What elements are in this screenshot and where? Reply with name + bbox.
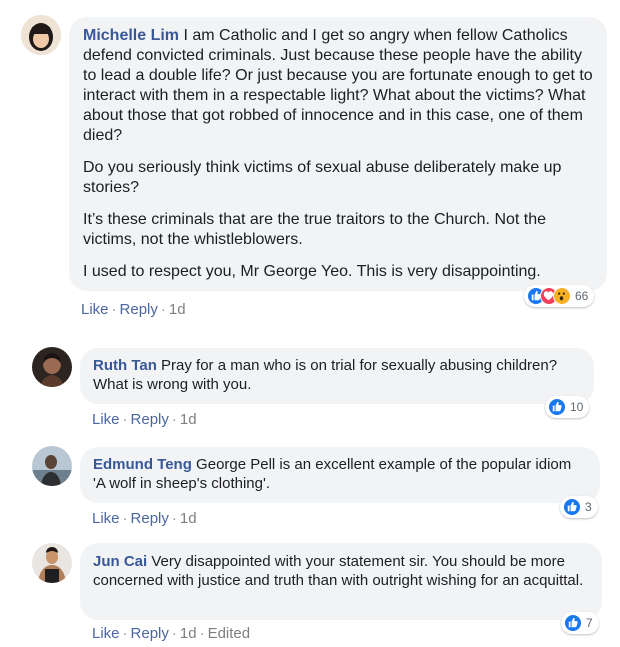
- comment-bubble: Edmund Teng George Pell is an excellent …: [80, 447, 600, 503]
- comment-author[interactable]: Ruth Tan: [93, 357, 157, 374]
- edited-label[interactable]: Edited: [208, 625, 251, 642]
- reaction-summary[interactable]: 10: [545, 396, 590, 418]
- comment-body: Michelle Lim I am Catholic and I get so …: [83, 26, 593, 146]
- comment-text: I am Catholic and I get so angry when fe…: [83, 27, 593, 144]
- comment-actions: Like · Reply · 1d: [81, 301, 186, 318]
- separator: ·: [199, 625, 205, 642]
- reply-button[interactable]: Reply: [131, 625, 169, 642]
- comment-bubble: Michelle Lim I am Catholic and I get so …: [69, 17, 607, 291]
- reaction-summary[interactable]: 7: [561, 612, 599, 634]
- separator: ·: [122, 625, 128, 642]
- avatar[interactable]: [32, 347, 72, 387]
- separator: ·: [111, 301, 117, 318]
- separator: ·: [122, 411, 128, 428]
- reaction-summary[interactable]: 66: [524, 285, 595, 307]
- like-button[interactable]: Like: [92, 411, 120, 428]
- avatar[interactable]: [32, 446, 72, 486]
- comment-bubble: Ruth Tan Pray for a man who is on trial …: [80, 348, 594, 404]
- reaction-count: 10: [570, 400, 584, 414]
- comment-author[interactable]: Edmund Teng: [93, 456, 192, 473]
- like-icon: [564, 614, 582, 632]
- comment-text: Pray for a man who is on trial for sexua…: [93, 357, 558, 393]
- separator: ·: [171, 625, 177, 642]
- avatar[interactable]: [21, 15, 61, 55]
- reply-button[interactable]: Reply: [120, 301, 158, 318]
- reaction-count: 66: [575, 289, 589, 303]
- reply-button[interactable]: Reply: [131, 510, 169, 527]
- timestamp[interactable]: 1d: [180, 411, 197, 428]
- comment-paragraph: It’s these criminals that are the true t…: [83, 211, 547, 248]
- like-button[interactable]: Like: [92, 510, 120, 527]
- reaction-count: 7: [586, 616, 593, 630]
- avatar[interactable]: [32, 543, 72, 583]
- reaction-summary[interactable]: 3: [560, 496, 598, 518]
- comment-paragraph: Do you seriously think victims of sexual…: [83, 159, 562, 196]
- timestamp[interactable]: 1d: [180, 625, 197, 642]
- reaction-count: 3: [585, 500, 592, 514]
- comment-body: Edmund Teng George Pell is an excellent …: [93, 455, 587, 493]
- comment-body: Ruth Tan Pray for a man who is on trial …: [93, 356, 581, 394]
- comment-actions: Like · Reply · 1d: [92, 510, 197, 527]
- like-icon: [548, 398, 566, 416]
- like-icon: [563, 498, 581, 516]
- comment-author[interactable]: Jun Cai: [93, 553, 147, 570]
- like-button[interactable]: Like: [92, 625, 120, 642]
- separator: ·: [171, 411, 177, 428]
- wow-icon: [553, 287, 571, 305]
- comment-actions: Like · Reply · 1d · Edited: [92, 625, 250, 642]
- comment-paragraph: I used to respect you, Mr George Yeo. Th…: [83, 263, 541, 280]
- separator: ·: [122, 510, 128, 527]
- comment-body: Jun Cai Very disappointed with your stat…: [93, 552, 589, 590]
- like-button[interactable]: Like: [81, 301, 109, 318]
- comment-actions: Like · Reply · 1d: [92, 411, 197, 428]
- comment-text: Very disappointed with your statement si…: [93, 553, 584, 589]
- comment-author[interactable]: Michelle Lim: [83, 27, 179, 44]
- separator: ·: [160, 301, 166, 318]
- reply-button[interactable]: Reply: [131, 411, 169, 428]
- comment-bubble: Jun Cai Very disappointed with your stat…: [80, 543, 602, 620]
- timestamp[interactable]: 1d: [180, 510, 197, 527]
- timestamp[interactable]: 1d: [169, 301, 186, 318]
- separator: ·: [171, 510, 177, 527]
